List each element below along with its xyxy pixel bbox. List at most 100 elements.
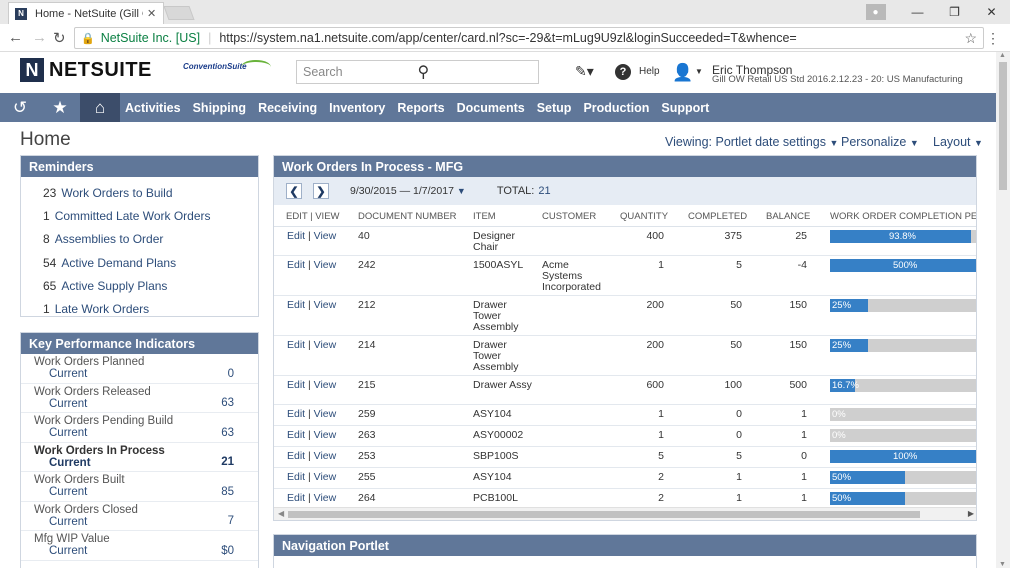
next-page-icon[interactable]: ❯ (313, 183, 329, 199)
date-range-select[interactable]: 9/30/2015 — 1/7/2017 ▼ (350, 185, 466, 197)
url-field[interactable]: 🔒 NetSuite Inc. [US] | https://system.na… (74, 27, 984, 49)
reload-icon[interactable]: ↻ (53, 29, 66, 47)
edit-link[interactable]: Edit (287, 259, 305, 271)
completed: 5 (736, 259, 742, 271)
chevron-down-icon[interactable]: ▼ (695, 67, 703, 76)
item-name: SBP100S (473, 450, 519, 462)
col-quantity[interactable]: QUANTITY (620, 211, 668, 222)
view-link[interactable]: View (314, 471, 337, 483)
horizontal-scrollbar[interactable]: ◀ ▶ (274, 507, 976, 520)
col-customer[interactable]: CUSTOMER (542, 211, 596, 222)
completion-percent-label: 50% (832, 493, 852, 504)
back-icon[interactable]: ← (8, 29, 23, 46)
view-link[interactable]: View (314, 299, 337, 311)
col-item[interactable]: ITEM (473, 211, 496, 222)
edit-link[interactable]: Edit (287, 492, 305, 504)
completion-progress-bar: 0% (830, 408, 976, 421)
table-row: Edit | View 255 ASY104 2 1 1 50% (274, 468, 976, 489)
url-text[interactable]: https://system.na1.netsuite.com/app/cent… (219, 31, 964, 45)
reminder-item[interactable]: 54 Active Demand Plans (43, 251, 258, 274)
edit-link[interactable]: Edit (287, 230, 305, 242)
prev-page-icon[interactable]: ❮ (286, 183, 302, 199)
recent-records-icon[interactable]: ↺ (0, 93, 40, 122)
reminder-item[interactable]: 23 Work Orders to Build (43, 181, 258, 204)
global-search-input[interactable]: Search ⚲ (296, 60, 539, 84)
col-document-number[interactable]: DOCUMENT NUMBER (358, 211, 457, 222)
edit-link[interactable]: Edit (287, 379, 305, 391)
new-tab-button[interactable] (163, 6, 195, 20)
col-balance[interactable]: BALANCE (766, 211, 810, 222)
browser-tab[interactable]: N Home - NetSuite (Gill OV ✕ (8, 2, 164, 24)
view-link[interactable]: View (314, 450, 337, 462)
completed: 0 (736, 408, 742, 420)
edit-link[interactable]: Edit (287, 471, 305, 483)
completed: 1 (736, 492, 742, 504)
home-icon[interactable]: ⌂ (80, 93, 120, 122)
page-vertical-scrollbar[interactable]: ▲ ▼ (996, 52, 1010, 568)
view-link[interactable]: View (314, 429, 337, 441)
reminder-item[interactable]: 8 Assemblies to Order (43, 228, 258, 251)
col-completion-percent[interactable]: WORK ORDER COMPLETION PERC (830, 211, 976, 222)
reminder-item[interactable]: 1 Committed Late Work Orders (43, 204, 258, 227)
browser-menu-icon[interactable]: ⋮ (986, 30, 1000, 47)
edit-view-links: Edit | View (287, 408, 337, 420)
chrome-profile-icon[interactable]: ● (865, 4, 886, 20)
user-avatar-icon[interactable]: 👤 (672, 63, 694, 82)
nav-support[interactable]: Support (655, 93, 715, 122)
forward-icon[interactable]: → (32, 29, 47, 46)
search-icon[interactable]: ⚲ (418, 62, 533, 82)
view-link[interactable]: View (314, 259, 337, 271)
search-placeholder: Search (303, 65, 343, 79)
edit-link[interactable]: Edit (287, 408, 305, 420)
edit-link[interactable]: Edit (287, 299, 305, 311)
tab-close-icon[interactable]: ✕ (147, 7, 157, 20)
reminder-item[interactable]: 1 Late Work Orders (43, 297, 258, 320)
kpi-row: Work Orders Planned Current 0 (21, 354, 258, 384)
nav-activities[interactable]: Activities (120, 93, 187, 122)
completion-percent-label: 16.7% (832, 380, 859, 391)
navigation-portlet: Navigation Portlet (273, 534, 977, 568)
nav-production[interactable]: Production (577, 93, 655, 122)
netsuite-logo[interactable]: N NETSUITE (20, 58, 152, 82)
netsuite-header: N NETSUITE ConventionSuite Search ⚲ ✎▾ ?… (0, 52, 996, 93)
favorites-star-icon[interactable]: ★ (40, 93, 80, 122)
nav-receiving[interactable]: Receiving (252, 93, 323, 122)
nav-setup[interactable]: Setup (531, 93, 578, 122)
view-link[interactable]: View (314, 492, 337, 504)
view-link[interactable]: View (314, 379, 337, 391)
personalize-link[interactable]: Personalize ▼ (841, 135, 919, 149)
reminder-item[interactable]: 65 Active Supply Plans (43, 274, 258, 297)
view-link[interactable]: View (314, 230, 337, 242)
help-icon[interactable]: ? (615, 64, 631, 80)
brand-name: NETSUITE (49, 58, 152, 81)
bookmark-star-icon[interactable]: ☆ (964, 30, 977, 47)
col-completed[interactable]: COMPLETED (688, 211, 747, 222)
balance: 0 (801, 450, 807, 462)
restore-icon[interactable]: ❐ (936, 0, 973, 24)
completed: 50 (730, 299, 742, 311)
layout-link[interactable]: Layout ▼ (933, 135, 983, 149)
document-number: 40 (358, 230, 370, 242)
edit-link[interactable]: Edit (287, 450, 305, 462)
table-header: EDIT | VIEW DOCUMENT NUMBER ITEM CUSTOME… (274, 205, 976, 227)
view-link[interactable]: View (314, 408, 337, 420)
minimize-icon[interactable]: — (899, 0, 936, 24)
completion-progress-bar: 25% (830, 299, 976, 312)
nav-inventory[interactable]: Inventory (323, 93, 391, 122)
create-new-icon[interactable]: ✎▾ (575, 63, 594, 80)
edit-view-links: Edit | View (287, 429, 337, 441)
close-window-icon[interactable]: ✕ (973, 0, 1010, 24)
help-link[interactable]: Help (639, 66, 660, 77)
edit-link[interactable]: Edit (287, 339, 305, 351)
nav-reports[interactable]: Reports (391, 93, 450, 122)
edit-view-links: Edit | View (287, 471, 337, 483)
col-edit-view[interactable]: EDIT | VIEW (286, 211, 340, 222)
kpi-title: Key Performance Indicators (21, 333, 258, 354)
nav-shipping[interactable]: Shipping (187, 93, 252, 122)
viewing-date-settings-link[interactable]: Viewing: Portlet date settings ▼ (665, 135, 838, 149)
nav-documents[interactable]: Documents (451, 93, 531, 122)
balance: 25 (795, 230, 807, 242)
edit-link[interactable]: Edit (287, 429, 305, 441)
reminders-portlet: Reminders 23 Work Orders to Build 1 Commit… (20, 155, 259, 317)
view-link[interactable]: View (314, 339, 337, 351)
